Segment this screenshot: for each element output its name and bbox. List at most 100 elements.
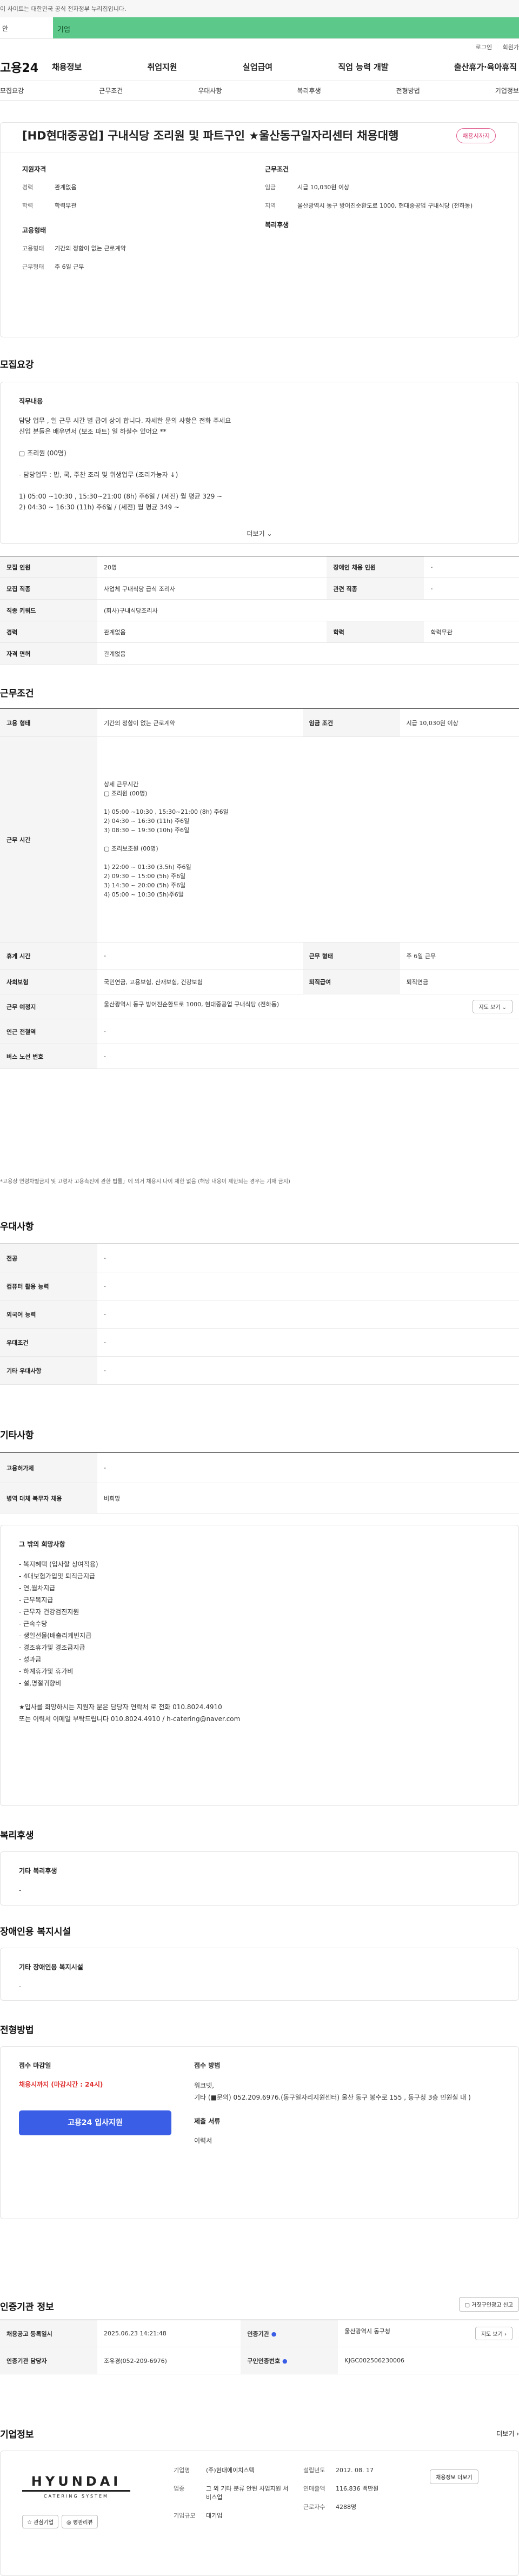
info-icon[interactable]: ● — [271, 2331, 277, 2338]
company-jobs-button[interactable]: 채용정보 더보기 — [430, 2469, 478, 2484]
table-row: 인증기관 담당자 조유경(052-209-6976) 구인인증번호 ● KJGC… — [0, 2347, 519, 2374]
recruit-count-value: 20명 — [97, 556, 327, 578]
table-row: 모집 직종 사업체 구내식당 급식 조리사 관련 직종 - — [0, 577, 519, 600]
company-more-link[interactable]: 더보기 › — [496, 2429, 519, 2438]
signup-link[interactable]: 회원가 — [503, 44, 519, 51]
welfare-section-title: 복리후생 — [0, 1830, 34, 1841]
table-row: 전공 - — [0, 1244, 519, 1272]
gov-notice: 이 사이트는 대한민국 공식 전자정부 누리집입니다. — [0, 5, 127, 12]
emp-form-value: 주 6일 근무 — [55, 263, 84, 270]
tab-pref[interactable]: 우대사항 — [198, 86, 222, 95]
global-nav: 고용24 채용정보 취업지원 실업급여 직업 능력 개발 출산휴가·육아휴직 — [0, 53, 519, 81]
related-type-value: - — [424, 577, 519, 600]
tab-work[interactable]: 근무조건 — [99, 86, 123, 95]
recruit-section-title: 모집요강 — [0, 360, 34, 370]
hours-label: 근무 시간 — [0, 736, 97, 942]
tab-process[interactable]: 전형방법 — [396, 86, 420, 95]
disab-section-title: 장애인용 복지시설 — [0, 1927, 71, 1937]
duty-more-button[interactable]: 더보기 ⌄ — [19, 529, 500, 538]
deadline-badge: 채용시까지 — [456, 128, 496, 143]
star-icon: ☆ — [27, 2520, 32, 2526]
insurance-value: 국민연금, 고용보험, 산재보험, 건강보험 — [97, 969, 303, 994]
place-cell: 울산광역시 동구 방어진순환도로 1000, 현대중공업 구내식당 (전하동) … — [97, 994, 519, 1019]
table-row: 컴퓨터 활용 능력 - — [0, 1272, 519, 1300]
pref-major-label: 전공 — [0, 1244, 97, 1272]
career-label: 경력 — [0, 621, 97, 643]
report-button[interactable]: ▢ 거짓구인광고 신고 — [458, 2297, 519, 2312]
job-title: [HD현대중공업] 구내식당 조리원 및 파트구인 ★울산동구일자리센터 채용대… — [22, 129, 399, 142]
info-icon[interactable]: ● — [282, 2358, 288, 2365]
emp-type-value: 기간의 정함이 없는 근로계약 — [55, 245, 126, 252]
welfare-value: - — [19, 1887, 22, 1894]
login-link[interactable]: 로그인 — [476, 44, 492, 51]
disabled-count-value: - — [424, 556, 519, 578]
job-type-label: 모집 직종 — [0, 577, 97, 600]
review-label: 평판리뷰 — [72, 2520, 93, 2526]
method-col: 접수 방법 워크넷, 기타 (■문의) 052.209.6976.(동구일자리지… — [194, 2061, 500, 2205]
tab-welfare[interactable]: 복리후생 — [297, 86, 321, 95]
wage-value: 시급 10,030원 이상 — [400, 708, 519, 737]
company-size-label: 기업규모 — [174, 2512, 196, 2519]
gnb-item-employment[interactable]: 취업지원 — [147, 61, 177, 72]
table-row: 병역 대체 복무자 채용 비희망 — [0, 1483, 519, 1513]
work-form-label: 근무 형태 — [302, 942, 400, 970]
table-row: 경력 관계없음 학력 학력무관 — [0, 621, 519, 643]
docs-value: 이력서 — [194, 2137, 212, 2145]
duty-box: 직무내용 담당 업무 , 일 근무 시간 별 급여 상이 합니다. 자세한 문의… — [0, 382, 519, 544]
table-row: 휴게 시간 - 근무 형태 주 6일 근무 — [0, 942, 519, 970]
chevron-down-icon: ⌄ — [502, 1005, 507, 1011]
interest-button[interactable]: ☆ 관심기업 — [22, 2515, 58, 2528]
company-section-title: 기업정보 — [0, 2429, 34, 2440]
pref-language-label: 외국어 능력 — [0, 1300, 97, 1329]
apply-button[interactable]: 고용24 입사지원 — [19, 2110, 171, 2135]
tab-company[interactable]: 기업정보 — [495, 86, 519, 95]
cond-title: 근무조건 — [265, 165, 289, 173]
company-name-label: 기업명 — [174, 2467, 190, 2474]
cert-org-cell: 울산광역시 동구청 지도 보기 › — [338, 2320, 519, 2347]
site-logo[interactable]: 고용24 — [0, 58, 52, 76]
cert-map-button[interactable]: 지도 보기 › — [475, 2327, 513, 2340]
work-table: 고용 형태 기간의 정함이 없는 근로계약 임금 조건 시급 10,030원 이… — [0, 708, 519, 1069]
gnb-item-leave[interactable]: 출산휴가·육아휴직 — [454, 61, 517, 72]
gnb-item-training[interactable]: 직업 능력 개발 — [338, 61, 388, 72]
related-type-label: 관련 직종 — [327, 577, 424, 600]
job-summary-card: [HD현대중공업] 구내식당 조리원 및 파트구인 ★울산동구일자리센터 채용대… — [0, 122, 519, 337]
job-type-value: 사업체 구내식당 급식 조리사 — [97, 577, 327, 600]
gnb-item-benefit[interactable]: 실업급여 — [243, 61, 272, 72]
insurance-label: 사회보험 — [0, 969, 97, 994]
gnb-item-jobs[interactable]: 채용정보 — [52, 61, 82, 72]
company-est-value: 2012. 08. 17 — [336, 2467, 374, 2474]
company-industry-value: 그 외 기타 분류 안된 사업지원 서비스업 — [206, 2485, 289, 2501]
bus-value: - — [97, 1044, 519, 1069]
work-form-value: 주 6일 근무 — [400, 942, 519, 970]
wish-title: 그 밖의 희망사항 — [19, 1541, 65, 1548]
review-button[interactable]: ◎ 평판리뷰 — [61, 2515, 98, 2528]
pref-computer-value: - — [97, 1272, 519, 1300]
rest-value: - — [97, 942, 303, 970]
edu-label: 학력 — [327, 621, 424, 643]
company-employees-label: 근로자수 — [303, 2504, 325, 2511]
pref-condition-label: 우대조건 — [0, 1328, 97, 1357]
cond-region-value: 울산광역시 동구 방어진순환도로 1000, 현대중공업 구내식당 (전하동) — [297, 202, 473, 209]
company-industry-label: 업종 — [174, 2485, 185, 2492]
military-label: 병역 대체 복무자 채용 — [0, 1483, 97, 1513]
section-tabs: 모집요강 근무조건 우대사항 복리후생 전형방법 기업정보 — [0, 81, 519, 101]
utility-menu: 로그인 회원가 — [0, 39, 519, 53]
duty-more-label: 더보기 — [247, 530, 265, 537]
permit-label: 고용허가제 — [0, 1452, 97, 1483]
work-type-label: 고용 형태 — [0, 708, 97, 737]
duty-title: 직무내용 — [19, 397, 43, 405]
cert-no-label-text: 구인인증번호 — [247, 2357, 281, 2365]
work-section-title: 근무조건 — [0, 688, 34, 699]
tab-recruit[interactable]: 모집요강 — [0, 86, 24, 95]
place-map-button[interactable]: 지도 보기 ⌄ — [473, 1000, 513, 1013]
cert-no-label: 구인인증번호 ● — [241, 2347, 338, 2374]
banner-link[interactable]: 기업 — [53, 17, 519, 38]
cert-manager-value: 조유경(052-209-6976) — [97, 2347, 241, 2374]
bus-label: 버스 노선 번호 — [0, 1044, 97, 1069]
cond-region-label: 지역 — [265, 202, 276, 209]
place-value: 울산광역시 동구 방어진순환도로 1000, 현대중공업 구내식당 (전하동) — [104, 1001, 280, 1008]
table-row: 기타 우대사항 - — [0, 1356, 519, 1385]
table-row: 직종 키워드 (회사)구내식당조리사 — [0, 599, 519, 621]
interest-label: 관심기업 — [34, 2520, 54, 2526]
